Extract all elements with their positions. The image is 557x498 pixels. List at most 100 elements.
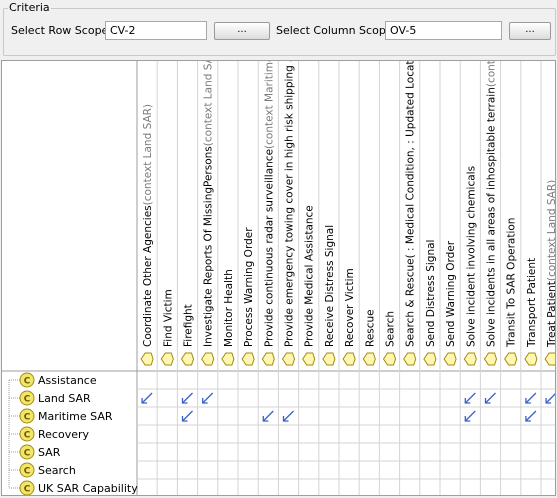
column-header[interactable]: Provide Medical Assistance	[302, 205, 316, 366]
column-header[interactable]: Search & Rescue( : Medical Condition, : …	[403, 61, 417, 366]
column-header-label: Provide emergency towing cover in high r…	[284, 61, 296, 347]
column-header[interactable]: Rescue	[362, 309, 376, 366]
row-label: UK SAR Capability	[38, 482, 138, 495]
column-name: Search & Rescue( : Medical Condition, : …	[405, 61, 417, 347]
column-header-label: Process Warning Order	[243, 227, 255, 347]
dependency-arrow[interactable]	[202, 392, 214, 404]
column-header[interactable]: Investigate Reports Of MissingPersons(co…	[201, 61, 215, 366]
column-name: Send Warning Order	[445, 240, 457, 347]
column-name: Find Victim	[162, 289, 174, 347]
column-name: Recover Victim	[344, 268, 356, 347]
column-header[interactable]: Recover Victim	[342, 268, 356, 366]
operation-icon	[160, 352, 174, 366]
row-header[interactable]: C Maritime SAR	[9, 408, 113, 424]
column-name: Provide continuous radar surveillance	[263, 149, 275, 347]
column-scope-browse-button[interactable]: ...	[509, 22, 551, 40]
class-icon-letter: C	[24, 431, 31, 441]
arrow-shaft	[525, 410, 537, 422]
row-header[interactable]: C Search	[9, 462, 76, 478]
dependency-arrow[interactable]	[484, 392, 496, 404]
column-header-label: Solve incident involving chemicals	[465, 166, 477, 347]
column-header-label: Treat Patient(context Land SAR)	[546, 180, 555, 348]
column-header[interactable]: Solve incidents in all areas of inhospit…	[483, 61, 498, 366]
arrow-shaft	[182, 392, 193, 404]
operation-icon	[261, 352, 275, 366]
column-header[interactable]: Process Warning Order	[241, 227, 255, 366]
column-header[interactable]: Firefight	[180, 304, 195, 366]
column-name: Search	[385, 311, 397, 347]
class-icon-letter: C	[24, 413, 31, 423]
column-context: (context ...	[486, 61, 498, 87]
column-name: Transit To SAR Operation	[506, 218, 518, 348]
column-header-label: Provide Medical Assistance	[304, 205, 316, 347]
column-header[interactable]: Find Victim	[160, 289, 174, 366]
dependency-arrow[interactable]	[181, 410, 193, 422]
dependency-arrow[interactable]	[545, 393, 555, 404]
dependency-arrow[interactable]	[262, 410, 274, 422]
dependency-arrow[interactable]	[525, 392, 537, 404]
column-name: Solve incident involving chemicals	[465, 166, 477, 347]
column-header-label: Search & Rescue( : Medical Condition, : …	[405, 61, 417, 347]
column-header[interactable]: Provide emergency towing cover in high r…	[281, 61, 296, 366]
column-header[interactable]: Provide continuous radar surveillance(co…	[261, 61, 275, 366]
column-header-label: Investigate Reports Of MissingPersons(co…	[203, 61, 215, 347]
column-name: Investigate Reports Of MissingPersons	[203, 146, 215, 347]
class-icon-letter: C	[24, 377, 31, 387]
column-name: Provide Medical Assistance	[304, 205, 316, 347]
column-header[interactable]: Send Distress Signal	[423, 240, 437, 366]
row-label: Recovery	[38, 428, 89, 441]
row-scope-label: Select Row Scope:	[11, 24, 113, 37]
operation-icon	[483, 352, 498, 366]
operation-icon	[180, 352, 195, 366]
row-label: Search	[38, 464, 76, 477]
operation-icon	[281, 352, 296, 366]
column-header-label: Find Victim	[162, 289, 174, 347]
column-header-label: Coordinate Other Agencies(context Land S…	[142, 104, 154, 347]
row-header[interactable]: C UK SAR Capability	[9, 480, 138, 495]
row-header[interactable]: C SAR	[9, 444, 61, 460]
column-header[interactable]: Treat Patient(context Land SAR)	[544, 180, 555, 366]
column-header-label: Rescue	[364, 309, 376, 347]
column-header[interactable]: Coordinate Other Agencies(context Land S…	[140, 104, 154, 366]
dependency-arrow[interactable]	[525, 410, 537, 422]
dependency-arrow[interactable]	[181, 392, 193, 404]
operation-icon	[201, 352, 215, 366]
dependency-arrow[interactable]	[464, 392, 476, 404]
column-header[interactable]: Monitor Health	[221, 269, 235, 366]
arrow-shaft	[283, 410, 294, 422]
column-header[interactable]: Search	[382, 311, 397, 366]
column-header-label: Firefight	[183, 304, 195, 347]
column-scope-field[interactable]: OV-5	[385, 21, 502, 40]
column-header[interactable]: Solve incident involving chemicals	[463, 166, 477, 366]
dependency-arrow[interactable]	[141, 392, 153, 404]
row-header[interactable]: C Assistance	[9, 372, 97, 388]
row-scope-browse-button[interactable]: ...	[214, 22, 270, 40]
dependency-arrow[interactable]	[464, 410, 476, 422]
row-scope-field[interactable]: CV-2	[105, 21, 207, 40]
column-header[interactable]: Transit To SAR Operation	[504, 218, 518, 366]
operation-icon	[221, 352, 235, 366]
column-header-label: Monitor Health	[223, 269, 235, 347]
column-header[interactable]: Send Warning Order	[443, 240, 457, 366]
column-name: Transport Patient	[526, 258, 538, 348]
operation-icon	[544, 352, 555, 366]
column-header[interactable]: Receive Distress Signal	[322, 225, 336, 366]
arrow-shaft	[182, 410, 193, 422]
dependency-matrix: Coordinate Other Agencies(context Land S…	[1, 60, 556, 496]
column-header-label: Provide continuous radar surveillance(co…	[263, 61, 275, 347]
column-header[interactable]: Transport Patient	[524, 258, 538, 366]
row-label: SAR	[38, 446, 61, 459]
row-header[interactable]: C Land SAR	[9, 390, 91, 406]
column-name: Firefight	[183, 304, 195, 347]
operation-icon	[524, 352, 538, 366]
row-header[interactable]: C Recovery	[9, 426, 89, 442]
operation-icon	[322, 352, 336, 366]
class-icon-letter: C	[24, 395, 31, 405]
operation-icon	[241, 352, 255, 366]
arrow-shaft	[545, 393, 555, 404]
dependency-arrow[interactable]	[282, 410, 294, 422]
operation-icon	[342, 352, 356, 366]
row-label: Land SAR	[38, 392, 91, 405]
operation-icon	[382, 352, 397, 366]
column-context: (context Land SAR)	[546, 180, 555, 281]
